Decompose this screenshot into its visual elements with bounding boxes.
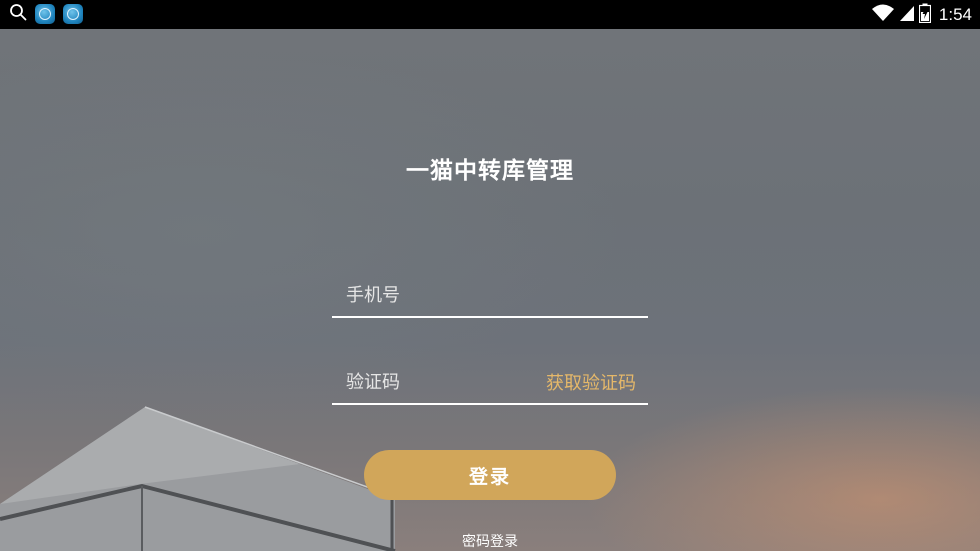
signal-icon bbox=[899, 4, 915, 26]
phone-field bbox=[332, 272, 648, 318]
status-bar: 1:54 bbox=[0, 0, 980, 29]
status-bar-left bbox=[9, 3, 83, 25]
battery-icon bbox=[918, 3, 932, 27]
verification-code-input[interactable] bbox=[344, 367, 528, 397]
status-time: 1:54 bbox=[938, 5, 972, 24]
password-login-link[interactable]: 密码登录 bbox=[0, 531, 980, 551]
status-bar-right: 1:54 bbox=[871, 3, 972, 27]
wifi-icon bbox=[871, 3, 895, 27]
search-icon bbox=[9, 3, 27, 25]
app-title: 一猫中转库管理 bbox=[406, 158, 574, 184]
code-field: 获取验证码 bbox=[332, 359, 648, 405]
app-notification-icon bbox=[35, 4, 55, 24]
get-code-button[interactable]: 获取验证码 bbox=[546, 369, 636, 395]
phone-input[interactable] bbox=[344, 280, 528, 310]
app-notification-icon bbox=[63, 4, 83, 24]
login-button[interactable]: 登录 bbox=[364, 450, 616, 500]
